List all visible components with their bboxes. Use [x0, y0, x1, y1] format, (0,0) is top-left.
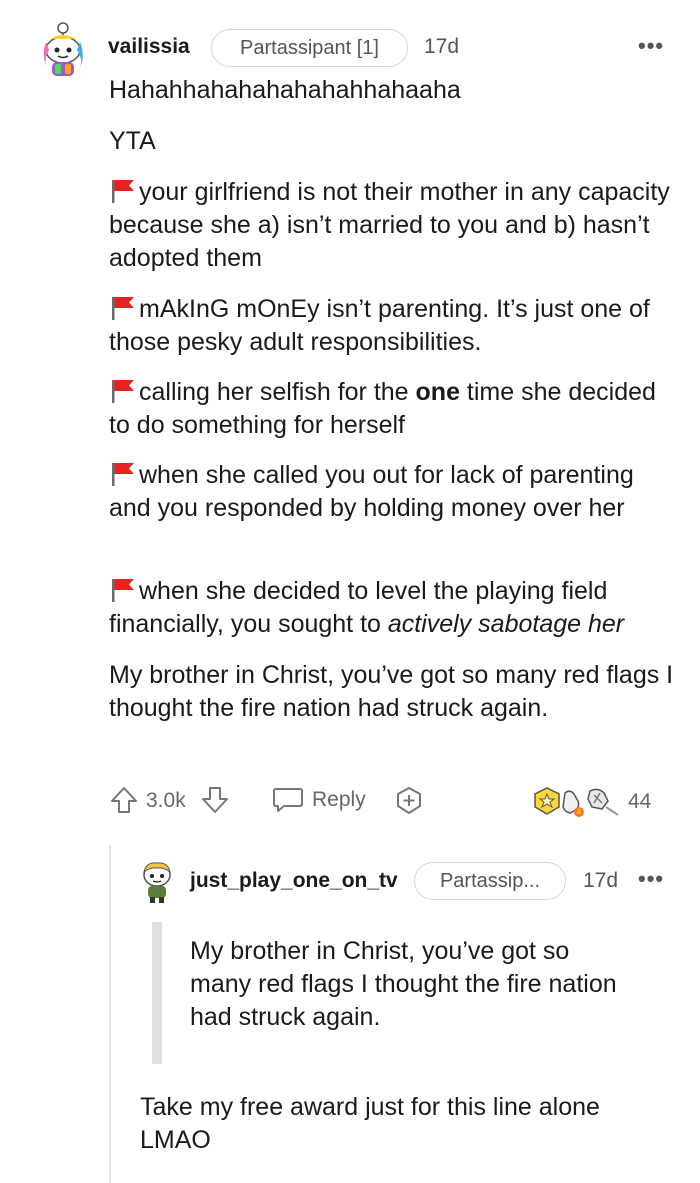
reply-username[interactable]: just_play_one_on_tv: [190, 869, 398, 893]
avatar[interactable]: [37, 20, 89, 78]
red-flag-text-5-italic: actively sabotage her: [387, 610, 625, 638]
reply-label: Reply: [312, 788, 366, 811]
more-options-button[interactable]: •••: [638, 33, 664, 59]
comment-username[interactable]: vailissia: [108, 35, 190, 59]
award-plus-icon: [397, 787, 421, 814]
reply-more-options-button[interactable]: •••: [638, 866, 664, 892]
red-flag-text-2: mAkInG mOnEy isn’t parenting. It’s just …: [109, 295, 650, 356]
thread-line[interactable]: [109, 845, 111, 1183]
comment-line-verdict: YTA: [109, 127, 156, 155]
awards-icons: [534, 787, 619, 817]
red-flag-text-3-bold: one: [415, 378, 460, 406]
upvote-arrow-icon: [111, 787, 137, 813]
awards-group[interactable]: 44: [532, 785, 662, 819]
comment-line-laugh: Hahahhahahahahahahhahaaha: [109, 76, 461, 104]
red-flag-icon: [109, 462, 137, 486]
avatar-snoo-icon: [143, 862, 171, 903]
avatar-snoo-icon: [43, 22, 83, 76]
red-flag-text-4: when she called you out for lack of pare…: [109, 461, 634, 522]
quote-bar: [152, 922, 162, 1064]
vote-score: 3.0k: [146, 789, 186, 812]
comment-closing-line: My brother in Christ, you’ve got so many…: [109, 661, 674, 722]
reply-avatar[interactable]: [138, 860, 176, 904]
red-flag-icon: [109, 578, 137, 602]
red-flag-point-5: when she decided to level the playing fi…: [109, 575, 679, 641]
red-flag-point-3: calling her selfish for the one time she…: [109, 376, 679, 442]
red-flag-icon: [109, 379, 137, 403]
reply-timestamp: 17d: [583, 869, 619, 892]
red-flag-text-3a: calling her selfish for the: [139, 378, 416, 406]
comment-timestamp: 17d: [424, 35, 460, 58]
upvote-button[interactable]: [109, 785, 139, 815]
red-flag-point-4: when she called you out for lack of pare…: [109, 459, 679, 525]
red-flag-point-2: mAkInG mOnEy isn’t parenting. It’s just …: [109, 293, 679, 359]
reply-bubble-icon: [273, 788, 303, 812]
red-flag-icon: [109, 296, 137, 320]
red-flag-text-1: your girlfriend is not their mother in a…: [109, 178, 670, 272]
reply-quote-text: My brother in Christ, you’ve got so many…: [190, 937, 617, 1031]
reply-body-text: Take my free award just for this line al…: [140, 1093, 600, 1154]
red-flag-icon: [109, 179, 137, 203]
reply-button[interactable]: Reply: [272, 784, 372, 816]
give-award-button[interactable]: [394, 786, 424, 816]
awards-count: 44: [628, 790, 652, 813]
downvote-arrow-icon: [202, 787, 228, 813]
red-flag-point-1: your girlfriend is not their mother in a…: [109, 176, 679, 275]
downvote-button[interactable]: [200, 785, 230, 815]
user-flair: Partassipant [1]: [211, 29, 408, 67]
reply-user-flair: Partassip...: [414, 862, 566, 900]
